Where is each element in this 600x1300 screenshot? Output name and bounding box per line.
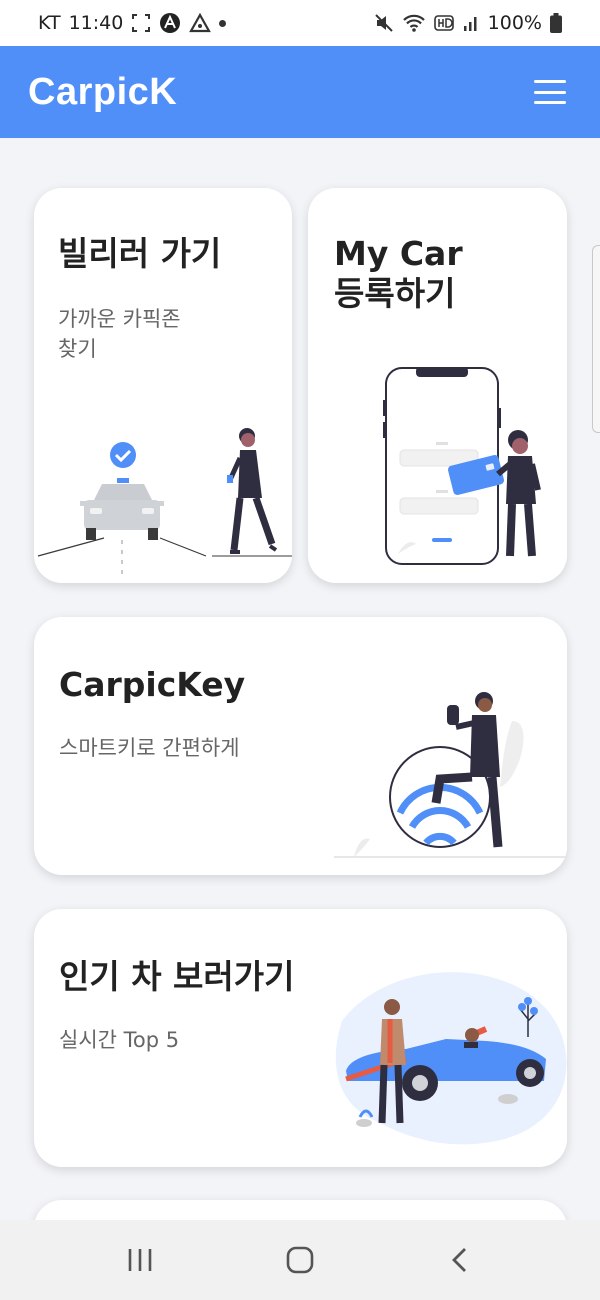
mute-icon [374,13,394,33]
phone-card-illustration [383,367,541,565]
carrier-label: KT [38,12,61,34]
app-triangle-icon [189,13,212,33]
card-title: CarpicKey [59,665,246,704]
status-right: 100% [374,12,562,34]
notification-dot-icon [219,19,227,27]
card-subtitle: 가까운 카픽존 찾기 [58,307,181,362]
car-and-walking-woman-illustration [37,428,292,574]
hd-icon [433,15,454,31]
back-icon[interactable] [430,1230,490,1290]
card-popular-cars[interactable]: 인기 차 보러가기 실시간 Top 5 [34,909,567,1167]
app-header: CarpicK [0,46,600,138]
card-borrow-car[interactable]: 빌리러 가기 가까운 카픽존 찾기 [34,188,292,583]
scroll-indicator[interactable] [592,245,600,433]
app-a-icon [159,12,181,34]
clock: 11:40 [68,12,124,34]
status-bar: KT 11:40 100% [0,0,600,46]
card-title: 빌리러 가기 [58,234,222,273]
smart-key-illustration [334,692,567,858]
card-subtitle: 실시간 Top 5 [59,1028,180,1052]
status-left: KT 11:40 [38,12,227,34]
battery-label: 100% [487,12,542,34]
home-icon[interactable] [270,1230,330,1290]
convertible-car-illustration [335,972,567,1145]
card-register-my-car[interactable]: My Car 등록하기 [308,188,567,583]
wifi-icon [402,13,426,33]
app-title: CarpicK [28,70,178,113]
hamburger-menu-icon[interactable] [534,80,566,104]
screenshot-icon [131,13,151,33]
signal-icon [462,14,480,32]
card-carpickey[interactable]: CarpicKey 스마트키로 간편하게 [34,617,567,875]
check-icon [110,442,136,468]
card-subtitle: 스마트키로 간편하게 [59,736,240,760]
recent-apps-icon[interactable] [110,1230,170,1290]
system-nav-bar [0,1220,600,1300]
card-title: My Car 등록하기 [334,234,463,313]
battery-icon [550,13,562,33]
card-title: 인기 차 보러가기 [59,957,295,996]
